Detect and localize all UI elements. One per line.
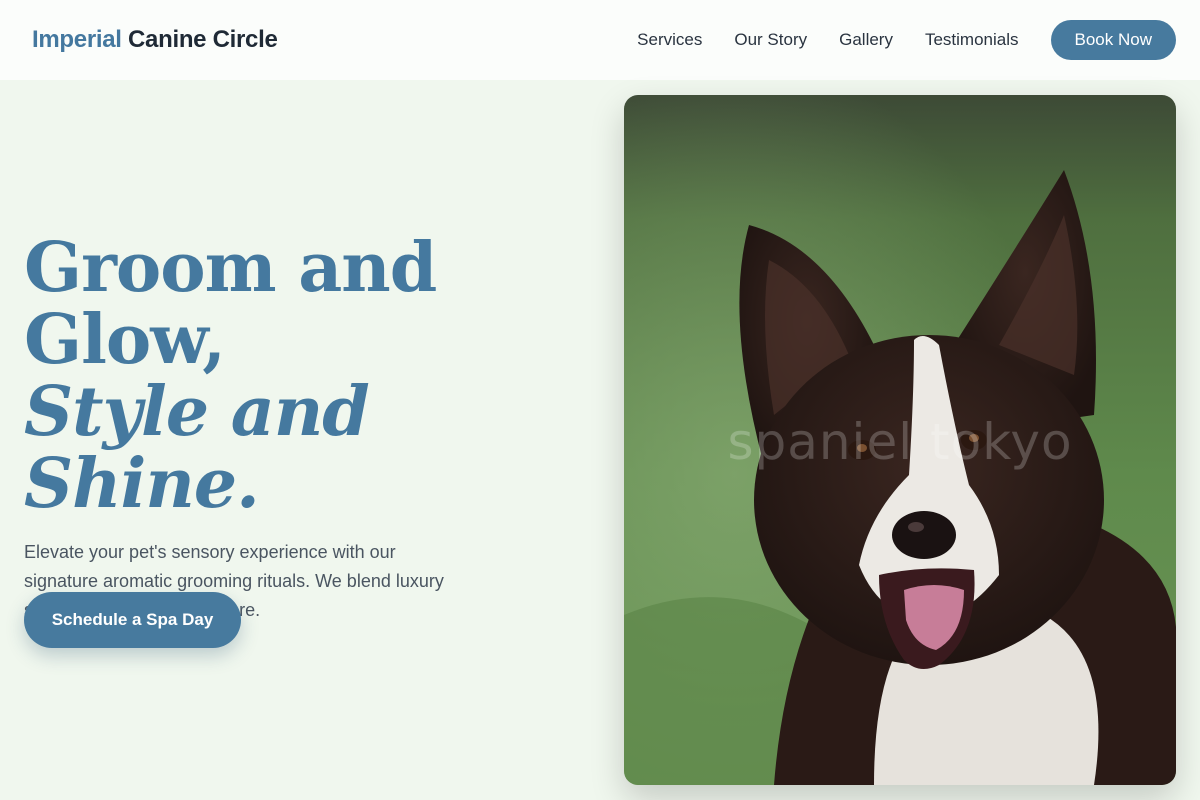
headline-line-1: Groom and	[24, 228, 437, 308]
image-watermark: spaniel tokyo	[727, 413, 1073, 471]
hero-dog-image: spaniel tokyo	[624, 95, 1176, 785]
schedule-spa-day-button[interactable]: Schedule a Spa Day	[24, 592, 241, 648]
nav-link-testimonials[interactable]: Testimonials	[925, 30, 1019, 50]
brand-logo[interactable]: Imperial Canine Circle	[32, 26, 278, 54]
logo-accent-text: Imperial	[32, 26, 122, 53]
headline-line-3: Style and Shine.	[24, 372, 370, 524]
headline-line-2: Glow,	[24, 300, 226, 380]
nav-link-our-story[interactable]: Our Story	[734, 30, 807, 50]
logo-text: Canine Circle	[128, 26, 278, 53]
book-now-button[interactable]: Book Now	[1050, 20, 1176, 60]
site-header: Imperial Canine Circle Services Our Stor…	[0, 0, 1200, 80]
hero-section: Groom and Glow, Style and Shine. Elevate…	[24, 232, 584, 643]
nav-link-gallery[interactable]: Gallery	[839, 30, 893, 50]
nav-link-services[interactable]: Services	[637, 30, 702, 50]
hero-headline: Groom and Glow, Style and Shine.	[24, 232, 584, 520]
main-nav: Services Our Story Gallery Testimonials …	[637, 20, 1176, 60]
